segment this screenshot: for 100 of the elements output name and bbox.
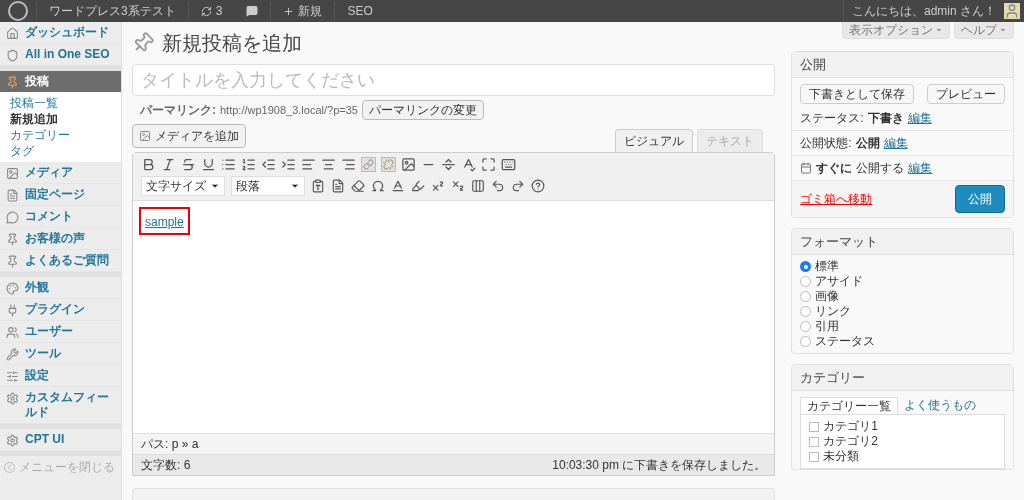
edit-link[interactable]: 編集	[883, 134, 908, 152]
paragraph-select[interactable]: 段落	[231, 176, 305, 196]
toolbar-icon[interactable]	[161, 157, 176, 172]
radio-label: アサイド	[815, 274, 864, 289]
toolbar-icon[interactable]	[241, 157, 256, 172]
sidebar-item[interactable]: 投稿	[0, 71, 121, 92]
checkbox[interactable]	[809, 421, 820, 432]
checkbox[interactable]	[809, 436, 820, 447]
content-link[interactable]: sample	[145, 215, 184, 229]
editor-tab[interactable]: ビジュアル	[615, 129, 694, 152]
preview-button[interactable]: プレビュー	[927, 84, 1005, 104]
sidebar-item[interactable]: 外観	[0, 277, 121, 299]
updates-link[interactable]: 3	[187, 2, 235, 20]
sidebar-item[interactable]: お客様の声	[0, 228, 121, 250]
radio-button[interactable]	[800, 276, 812, 287]
radio-label: 画像	[815, 289, 840, 304]
toolbar-icon[interactable]	[441, 157, 456, 172]
title-field[interactable]: タイトルを入力してください	[132, 64, 776, 96]
font-size-select[interactable]: 文字サイズ	[141, 176, 225, 196]
toolbar-icon[interactable]	[301, 157, 316, 172]
save-draft-button[interactable]: 下書きとして保存	[800, 84, 915, 104]
menu-icon	[6, 348, 19, 361]
sidebar-item[interactable]: All in One SEO	[0, 44, 121, 66]
submenu-item[interactable]: タグ	[0, 143, 121, 159]
toolbar-icon[interactable]	[351, 179, 365, 193]
editor-content[interactable]: sample	[133, 201, 775, 433]
radio-button[interactable]	[800, 261, 812, 272]
sidebar-item[interactable]: メディア	[0, 162, 121, 184]
new-link[interactable]: 新規	[270, 2, 335, 20]
autosave-status: 10:03:30 pm に下書きを保存しました。	[552, 457, 767, 474]
toolbar-icon[interactable]	[431, 179, 445, 193]
toolbar-icon[interactable]	[401, 157, 416, 172]
status-value: 公開	[855, 135, 880, 152]
toolbar-icon[interactable]	[321, 157, 336, 172]
sidebar-item[interactable]: ダッシュボード	[0, 22, 121, 44]
toolbar-icon[interactable]	[371, 179, 385, 193]
sidebar-item[interactable]: よくあるご質問	[0, 250, 121, 272]
toolbar-icon[interactable]	[491, 179, 505, 193]
checkbox-label: カテゴリ2	[823, 434, 878, 449]
site-link[interactable]: ワードプレス3系テスト	[36, 2, 188, 20]
category-tab[interactable]: カテゴリー一覧	[800, 397, 899, 414]
toolbar-icon[interactable]	[391, 179, 405, 193]
checkbox[interactable]	[809, 451, 820, 462]
page-title: 新規投稿を追加	[162, 31, 302, 56]
comments-icon[interactable]	[246, 5, 259, 17]
toolbar-icon[interactable]	[531, 179, 545, 193]
radio-button[interactable]	[800, 321, 812, 332]
toolbar-icon[interactable]	[451, 179, 465, 193]
toolbar-icon[interactable]	[511, 179, 525, 193]
submenu-item[interactable]: カテゴリー	[0, 127, 121, 143]
sidebar-item[interactable]: カスタムフィールド	[0, 387, 121, 424]
refresh-icon	[200, 5, 212, 17]
trash-link[interactable]: ゴミ箱へ移動	[800, 190, 873, 208]
radio-button[interactable]	[800, 291, 812, 302]
add-media-button[interactable]: メディアを追加	[132, 124, 246, 148]
toolbar-icon[interactable]	[261, 157, 276, 172]
toolbar-icon[interactable]	[501, 157, 516, 172]
toolbar-icon[interactable]	[141, 157, 156, 172]
sidebar-item[interactable]: プラグイン	[0, 299, 121, 321]
sidebar-item[interactable]: 設定	[0, 365, 121, 387]
screen-option-tab[interactable]: 表示オプション	[842, 22, 950, 39]
screen-option-tab[interactable]: ヘルプ	[954, 22, 1014, 39]
schedule-label: 公開する	[856, 160, 905, 177]
toolbar-icon[interactable]	[481, 157, 496, 172]
menu-icon	[6, 233, 19, 246]
media-icon	[139, 130, 151, 142]
menu-icon	[6, 255, 19, 268]
box-title: 公開	[792, 52, 1013, 78]
edit-link[interactable]: 編集	[907, 109, 932, 127]
menu-icon	[6, 189, 19, 202]
toolbar-icon[interactable]	[471, 179, 485, 193]
menu-icon	[6, 326, 19, 339]
publish-button[interactable]: 公開	[955, 185, 1005, 213]
toolbar-icon[interactable]	[281, 157, 296, 172]
sidebar-item[interactable]: コメント	[0, 206, 121, 228]
change-permalink-button[interactable]: パーマリンクの変更	[361, 100, 484, 120]
edit-link[interactable]: 編集	[908, 159, 933, 177]
permalink-url: http://wp1908_3.local/?p=35	[220, 102, 358, 118]
toolbar-icon[interactable]	[201, 157, 216, 172]
toolbar-icon[interactable]	[311, 179, 325, 193]
sidebar-item[interactable]: ユーザー	[0, 321, 121, 343]
submenu-item[interactable]: 投稿一覧	[0, 95, 121, 111]
sidebar-item[interactable]: ツール	[0, 343, 121, 365]
radio-button[interactable]	[800, 336, 812, 347]
category-tab[interactable]: よく使うもの	[898, 397, 983, 414]
status-label: ステータス:	[800, 110, 864, 127]
toolbar-icon[interactable]	[461, 157, 476, 172]
sidebar-item[interactable]: CPT UI	[0, 429, 121, 451]
seo-link[interactable]: SEO	[334, 2, 385, 20]
radio-label: リンク	[815, 304, 852, 319]
toolbar-icon[interactable]	[341, 157, 356, 172]
radio-button[interactable]	[800, 306, 812, 317]
submenu-item[interactable]: 新規追加	[0, 111, 121, 127]
toolbar-icon[interactable]	[411, 179, 425, 193]
toolbar-icon[interactable]	[221, 157, 236, 172]
calendar-icon	[800, 162, 813, 174]
sidebar-item[interactable]: 固定ページ	[0, 184, 121, 206]
caret-icon	[999, 26, 1007, 34]
toolbar-icon[interactable]	[331, 179, 345, 193]
toolbar-icon[interactable]	[181, 157, 196, 172]
